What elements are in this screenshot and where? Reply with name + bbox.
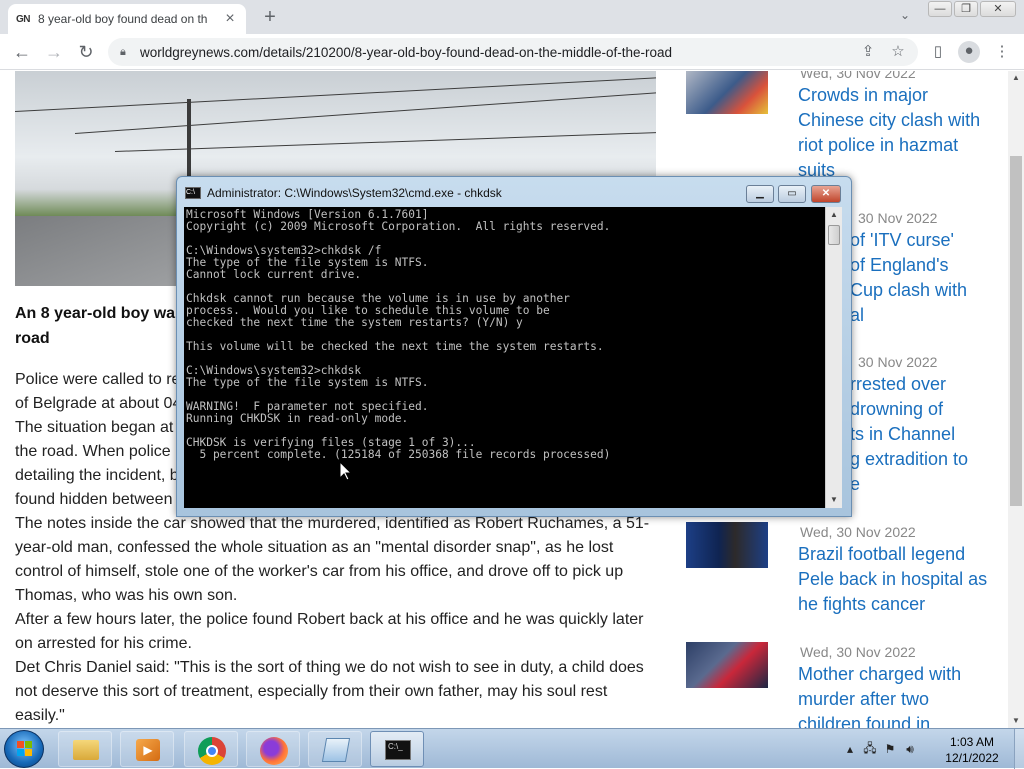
show-desktop-button[interactable] xyxy=(1014,729,1024,769)
article-line: Det Chris Daniel said: "This is the sort… xyxy=(15,659,644,676)
address-bar[interactable]: 🔒︎ worldgreynews.com/details/210200/8-ye… xyxy=(108,38,918,66)
cmd-scroll-thumb[interactable] xyxy=(828,225,840,245)
start-button[interactable] xyxy=(4,730,44,768)
scroll-up-arrow-icon[interactable]: ▲ xyxy=(1008,71,1024,85)
article-line: not deserve this sort of treatment, espe… xyxy=(15,683,608,700)
cmd-icon: C:\_ xyxy=(385,740,411,760)
window-maximize-button[interactable]: ❐ xyxy=(954,1,978,17)
power-line xyxy=(15,76,656,112)
article-line: After a few hours later, the police foun… xyxy=(15,611,644,628)
cmd-scroll-down-icon[interactable]: ▼ xyxy=(826,492,842,508)
cmd-window-title: Administrator: C:\Windows\System32\cmd.e… xyxy=(207,186,502,200)
news-thumbnail[interactable] xyxy=(686,522,768,568)
news-date: 🕘︎Wed, 30 Nov 2022 xyxy=(800,644,916,660)
taskbar-cmd[interactable]: C:\_ xyxy=(370,731,424,767)
system-tray: ▴ 🖧︎ ⚑ 🔊︎ xyxy=(840,729,920,769)
menu-icon[interactable]: ⋮ xyxy=(992,42,1012,62)
show-hidden-icons-icon[interactable]: ▴ xyxy=(840,742,860,756)
volume-icon[interactable]: 🔊︎ xyxy=(900,742,920,757)
mouse-pointer-icon xyxy=(340,462,352,481)
article-line: on arrested for his crime. xyxy=(15,635,192,652)
taskbar-chrome[interactable] xyxy=(184,731,238,767)
scroll-down-arrow-icon[interactable]: ▼ xyxy=(1008,714,1024,728)
news-date: 30 Nov 2022 xyxy=(858,210,938,226)
article-line: Thomas, who was his own son. xyxy=(15,587,238,604)
media-player-icon: ▶ xyxy=(136,739,160,761)
news-title-link[interactable]: Brazil football legend Pele back in hosp… xyxy=(798,542,993,617)
news-title-link[interactable]: of 'ITV curse' of England's Cup clash wi… xyxy=(850,228,990,328)
tab-close-icon[interactable]: × xyxy=(222,11,238,27)
cmd-output-line: Running CHKDSK in read-only mode. xyxy=(186,412,409,425)
clock-date: 12/1/2022 xyxy=(945,751,999,765)
window-minimize-button[interactable]: — xyxy=(928,1,952,17)
profile-icon[interactable]: ● xyxy=(958,41,980,63)
side-panel-icon[interactable]: ▯ xyxy=(928,42,948,62)
cmd-output-line: Copyright (c) 2009 Microsoft Corporation… xyxy=(186,220,611,233)
share-icon[interactable]: ⇪ xyxy=(858,42,878,62)
cmd-output-line: This volume will be checked the next tim… xyxy=(186,340,604,353)
windows-logo-icon xyxy=(17,741,33,757)
forward-icon[interactable]: → xyxy=(42,40,66,64)
cmd-output-line: The type of the file system is NTFS. xyxy=(186,376,429,389)
browser-tab[interactable]: GN 8 year-old boy found dead on th × xyxy=(8,4,246,34)
cmd-maximize-button[interactable]: ▭ xyxy=(778,185,806,203)
clock-time: 1:03 AM xyxy=(949,735,995,749)
lock-icon: 🔒︎ xyxy=(120,45,126,58)
cmd-window-icon: C:\ xyxy=(185,187,201,199)
site-favicon-icon: GN xyxy=(16,13,31,25)
power-line xyxy=(74,91,656,134)
cmd-output-line: 5 percent complete. (125184 of 250368 fi… xyxy=(186,448,611,461)
article-line: control of himself, stole one of the wor… xyxy=(15,563,624,580)
cmd-output-line: Cannot lock current drive. xyxy=(186,268,362,281)
taskbar-clock[interactable]: 1:03 AM 12/1/2022 xyxy=(940,734,1004,766)
taskbar-notepad[interactable] xyxy=(308,731,362,767)
page-scrollbar[interactable]: ▲ ▼ xyxy=(1008,71,1024,728)
window-close-button[interactable]: ✕ xyxy=(980,1,1016,17)
star-icon[interactable]: ☆ xyxy=(888,42,908,62)
article-line: easily." xyxy=(15,707,65,724)
tab-title: 8 year-old boy found dead on th xyxy=(38,12,208,26)
news-title-link[interactable]: rrested over drowning of ts in Channel g… xyxy=(850,372,990,497)
page-scroll-thumb[interactable] xyxy=(1010,156,1022,506)
power-line xyxy=(114,131,656,152)
back-icon[interactable]: ← xyxy=(10,40,34,64)
url-text: worldgreynews.com/details/210200/8-year-… xyxy=(140,44,673,60)
news-date: 30 Nov 2022 xyxy=(858,354,938,370)
firefox-icon xyxy=(260,737,288,765)
action-center-flag-icon[interactable]: ⚑ xyxy=(880,742,900,756)
chrome-icon xyxy=(198,737,226,765)
cmd-window[interactable]: C:\ Administrator: C:\Windows\System32\c… xyxy=(176,176,852,517)
cmd-minimize-button[interactable]: ▁ xyxy=(746,185,774,203)
cmd-close-button[interactable]: ✕ xyxy=(811,185,841,203)
article-line: year-old man, confessed the whole situat… xyxy=(15,539,614,556)
cmd-scroll-up-icon[interactable]: ▲ xyxy=(826,207,842,223)
new-tab-plus-icon[interactable]: + xyxy=(258,6,282,30)
cmd-output-line: checked the next time the system restart… xyxy=(186,316,523,329)
news-thumbnail[interactable] xyxy=(686,642,768,688)
news-title-link[interactable]: Mother charged with murder after two chi… xyxy=(798,662,993,728)
reload-icon[interactable]: ↻ xyxy=(74,40,98,64)
browser-tab-strip: GN 8 year-old boy found dead on th × + ⌄… xyxy=(0,0,1024,34)
network-icon[interactable]: 🖧︎ xyxy=(860,739,880,760)
cmd-scrollbar[interactable]: ▲ ▼ xyxy=(825,207,842,508)
news-title-link[interactable]: Crowds in major Chinese city clash with … xyxy=(798,83,993,183)
news-date: 🕘︎Wed, 30 Nov 2022 xyxy=(800,524,916,540)
browser-toolbar: ← → ↻ 🔒︎ worldgreynews.com/details/21020… xyxy=(0,34,1024,70)
tab-search-chevron-icon[interactable]: ⌄ xyxy=(896,8,914,26)
taskbar-firefox[interactable] xyxy=(246,731,300,767)
news-date: 🕘︎Wed, 30 Nov 2022 xyxy=(800,71,916,81)
cmd-console-output[interactable]: Microsoft Windows [Version 6.1.7601] Copy… xyxy=(184,207,825,508)
notepad-icon xyxy=(321,738,351,762)
news-thumbnail[interactable] xyxy=(686,71,768,114)
folder-icon xyxy=(73,740,99,760)
windows-taskbar: ▶ C:\_ ▴ 🖧︎ ⚑ 🔊︎ 1:03 AM 12/1/2022 xyxy=(0,728,1024,769)
taskbar-media-player[interactable]: ▶ xyxy=(120,731,174,767)
taskbar-file-explorer[interactable] xyxy=(58,731,112,767)
